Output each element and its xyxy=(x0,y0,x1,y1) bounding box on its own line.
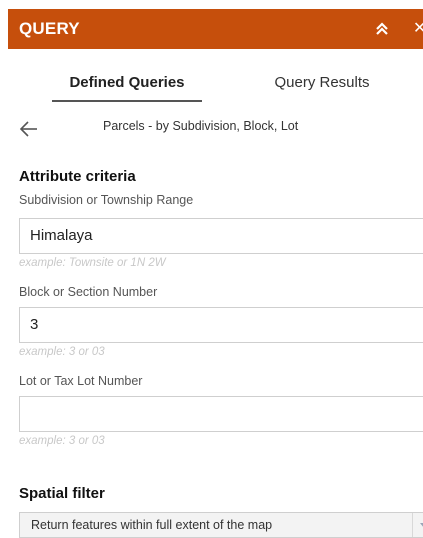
double-chevron-up-icon[interactable] xyxy=(373,20,391,38)
block-label: Block or Section Number xyxy=(19,285,158,299)
spatial-filter-title: Spatial filter xyxy=(19,485,105,502)
panel-header: QUERY ✕ xyxy=(8,9,423,49)
spatial-filter-select[interactable]: Return features within full extent of th… xyxy=(19,512,423,538)
lot-input[interactable] xyxy=(19,396,423,432)
subdivision-label: Subdivision or Township Range xyxy=(19,193,194,207)
block-hint: example: 3 or 03 xyxy=(19,346,105,358)
arrow-left-icon[interactable] xyxy=(18,118,40,140)
panel-title: QUERY xyxy=(19,19,80,38)
query-tabs: Defined Queries Query Results xyxy=(8,72,423,102)
lot-label: Lot or Tax Lot Number xyxy=(19,374,143,388)
subdivision-input[interactable]: Himalaya xyxy=(19,218,423,254)
caret-down-icon[interactable] xyxy=(412,513,423,537)
spatial-filter-value: Return features within full extent of th… xyxy=(31,518,273,532)
tab-label: Defined Queries xyxy=(69,74,185,91)
tab-defined-queries[interactable]: Defined Queries xyxy=(22,72,232,102)
tab-label: Query Results xyxy=(274,74,370,91)
attribute-criteria-title: Attribute criteria xyxy=(19,168,136,185)
close-icon[interactable]: ✕ xyxy=(413,19,423,39)
lot-hint: example: 3 or 03 xyxy=(19,435,105,447)
query-subheader: Parcels - by Subdivision, Block, Lot xyxy=(8,116,423,144)
subdivision-hint: example: Townsite or 1N 2W xyxy=(19,257,166,269)
active-tab-underline xyxy=(52,100,202,102)
tab-query-results[interactable]: Query Results xyxy=(242,72,402,102)
query-name: Parcels - by Subdivision, Block, Lot xyxy=(103,119,299,133)
block-input[interactable]: 3 xyxy=(19,307,423,343)
